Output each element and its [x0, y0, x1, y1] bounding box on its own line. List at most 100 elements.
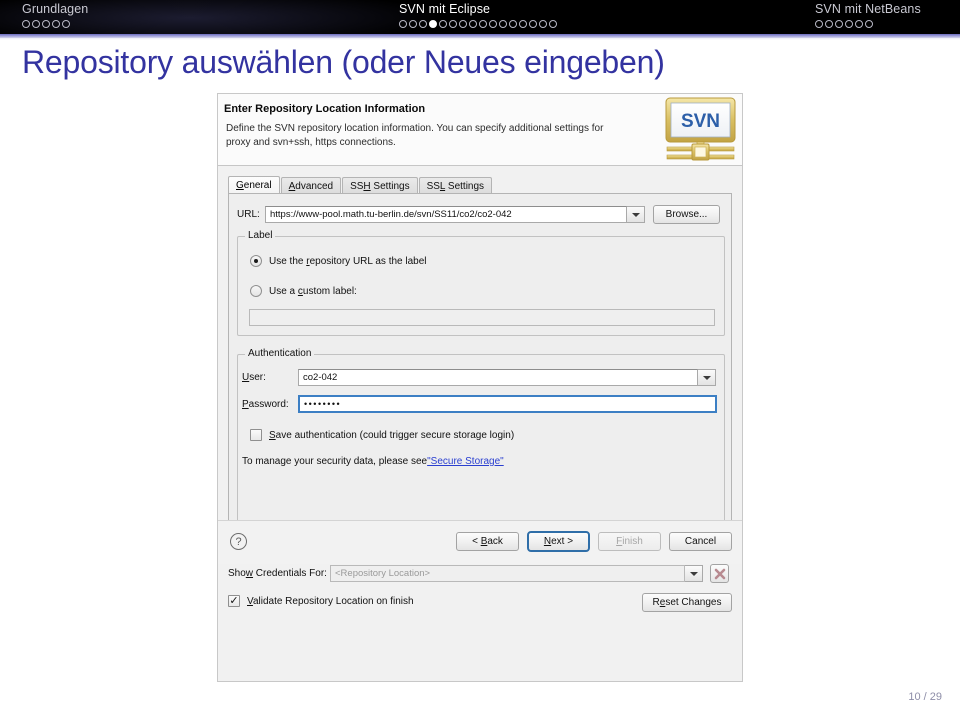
- slide-header-bar: Grundlagen SVN mit Eclipse SVN mit NetBe…: [0, 0, 960, 36]
- security-note-text: To manage your security data, please see: [242, 456, 428, 467]
- browse-button[interactable]: Browse...: [653, 205, 720, 224]
- url-dropdown-button[interactable]: [627, 206, 645, 223]
- svn-repository-wizard-dialog: Enter Repository Location Information De…: [217, 93, 743, 682]
- progress-dot[interactable]: [52, 20, 60, 28]
- show-credentials-combobox[interactable]: <Repository Location>: [330, 565, 703, 582]
- security-note: To manage your security data, please see…: [242, 456, 504, 467]
- navigation-buttons: < Back Next > Finish Cancel: [456, 531, 732, 552]
- progress-dot[interactable]: [32, 20, 40, 28]
- password-row: Password: ••••••••: [242, 395, 717, 413]
- save-authentication-label: Save authentication (could trigger secur…: [269, 429, 515, 441]
- progress-dot[interactable]: [22, 20, 30, 28]
- header-section-dots: [22, 20, 88, 28]
- tab-ssh-settings[interactable]: SSH Settings: [342, 177, 418, 194]
- url-input[interactable]: https://www-pool.math.tu-berlin.de/svn/S…: [265, 206, 627, 223]
- page-number: 10 / 29: [908, 691, 942, 703]
- progress-dot[interactable]: [459, 20, 467, 28]
- save-authentication-checkbox[interactable]: Save authentication (could trigger secur…: [250, 429, 514, 441]
- progress-dot[interactable]: [419, 20, 427, 28]
- header-section-title: SVN mit NetBeans: [815, 2, 921, 16]
- url-row: URL: https://www-pool.math.tu-berlin.de/…: [237, 205, 720, 224]
- progress-dot[interactable]: [499, 20, 507, 28]
- progress-dot[interactable]: [42, 20, 50, 28]
- url-label: URL:: [237, 209, 260, 220]
- radio-use-repository-url[interactable]: Use the repository URL as the label: [250, 255, 427, 267]
- validate-repository-label: Validate Repository Location on finish: [247, 595, 414, 607]
- custom-label-input[interactable]: [249, 309, 715, 326]
- progress-dot[interactable]: [865, 20, 873, 28]
- show-credentials-dropdown-button[interactable]: [685, 565, 703, 582]
- progress-dot[interactable]: [855, 20, 863, 28]
- user-label: User:: [242, 372, 266, 383]
- progress-dot[interactable]: [519, 20, 527, 28]
- progress-dot[interactable]: [62, 20, 70, 28]
- tab-general[interactable]: General: [228, 176, 280, 194]
- secure-storage-link[interactable]: "Secure Storage": [427, 456, 504, 467]
- progress-dot[interactable]: [479, 20, 487, 28]
- wizard-button-bar: ? < Back Next > Finish Cancel: [218, 520, 742, 564]
- user-input[interactable]: co2-042: [298, 369, 698, 386]
- header-section-svn-mit-netbeans[interactable]: SVN mit NetBeans: [815, 2, 921, 28]
- user-row: User: co2-042: [242, 369, 716, 386]
- delete-credentials-button[interactable]: [710, 564, 729, 583]
- chevron-down-icon: [631, 212, 640, 217]
- progress-dot[interactable]: [509, 20, 517, 28]
- user-combobox[interactable]: co2-042: [298, 369, 716, 386]
- wizard-header-title: Enter Repository Location Information: [224, 103, 426, 115]
- authentication-group-title: Authentication: [245, 348, 315, 359]
- radio-use-repository-url-label: Use the repository URL as the label: [269, 255, 427, 267]
- header-section-svn-mit-eclipse[interactable]: SVN mit Eclipse: [399, 2, 557, 28]
- svn-logo-icon: SVN: [665, 97, 736, 162]
- password-label: Password:: [242, 398, 289, 410]
- help-button[interactable]: ?: [230, 533, 247, 550]
- help-icon: ?: [230, 533, 247, 550]
- page-title: Repository auswählen (oder Neues eingebe…: [22, 44, 665, 80]
- show-credentials-row: Show Credentials For: <Repository Locati…: [228, 564, 729, 583]
- wizard-header-description: Define the SVN repository location infor…: [226, 123, 604, 148]
- progress-dot[interactable]: [489, 20, 497, 28]
- chevron-down-icon: [702, 375, 711, 380]
- svg-text:SVN: SVN: [681, 111, 720, 132]
- header-section-dots: [815, 20, 921, 28]
- finish-button: Finish: [598, 532, 661, 551]
- validate-repository-checkbox[interactable]: ✓ Validate Repository Location on finish: [228, 595, 414, 607]
- progress-dot[interactable]: [815, 20, 823, 28]
- progress-dot[interactable]: [845, 20, 853, 28]
- show-credentials-value[interactable]: <Repository Location>: [330, 565, 685, 582]
- label-group-title: Label: [245, 230, 276, 241]
- radio-use-custom-label-label: Use a custom label:: [269, 285, 357, 297]
- label-group: Label Use the repository URL as the labe…: [237, 230, 725, 336]
- show-credentials-label: Show Credentials For:: [228, 568, 327, 579]
- general-tab-panel: URL: https://www-pool.math.tu-berlin.de/…: [228, 193, 732, 552]
- back-button[interactable]: < Back: [456, 532, 519, 551]
- radio-use-custom-label[interactable]: Use a custom label:: [250, 285, 357, 297]
- authentication-group: Authentication User: co2-042 Password: •…: [237, 348, 725, 544]
- cancel-button[interactable]: Cancel: [669, 532, 732, 551]
- user-dropdown-button[interactable]: [698, 369, 716, 386]
- radio-button-icon: [250, 285, 262, 297]
- progress-dot[interactable]: [409, 20, 417, 28]
- chevron-down-icon: [689, 571, 698, 576]
- next-button[interactable]: Next >: [527, 531, 590, 552]
- progress-dot[interactable]: [469, 20, 477, 28]
- progress-dot[interactable]: [835, 20, 843, 28]
- header-section-title: SVN mit Eclipse: [399, 2, 491, 16]
- progress-dot[interactable]: [825, 20, 833, 28]
- progress-dot[interactable]: [399, 20, 407, 28]
- header-section-title: Grundlagen: [22, 2, 89, 16]
- tab-ssl-settings[interactable]: SSL Settings: [418, 177, 493, 194]
- progress-dot[interactable]: [449, 20, 457, 28]
- header-section-grundlagen[interactable]: Grundlagen: [22, 2, 88, 28]
- settings-tabs: General Advanced SSH Settings SSL Settin…: [228, 176, 493, 194]
- progress-dot[interactable]: [539, 20, 547, 28]
- password-input[interactable]: ••••••••: [298, 395, 717, 413]
- tab-advanced[interactable]: Advanced: [280, 177, 342, 194]
- reset-changes-button[interactable]: Reset Changes: [642, 593, 732, 612]
- progress-dot[interactable]: [529, 20, 537, 28]
- delete-x-icon: [714, 568, 725, 579]
- header-section-dots: [399, 20, 557, 28]
- progress-dot[interactable]: [439, 20, 447, 28]
- progress-dot-current[interactable]: [429, 20, 437, 28]
- progress-dot[interactable]: [549, 20, 557, 28]
- url-combobox[interactable]: https://www-pool.math.tu-berlin.de/svn/S…: [265, 206, 645, 223]
